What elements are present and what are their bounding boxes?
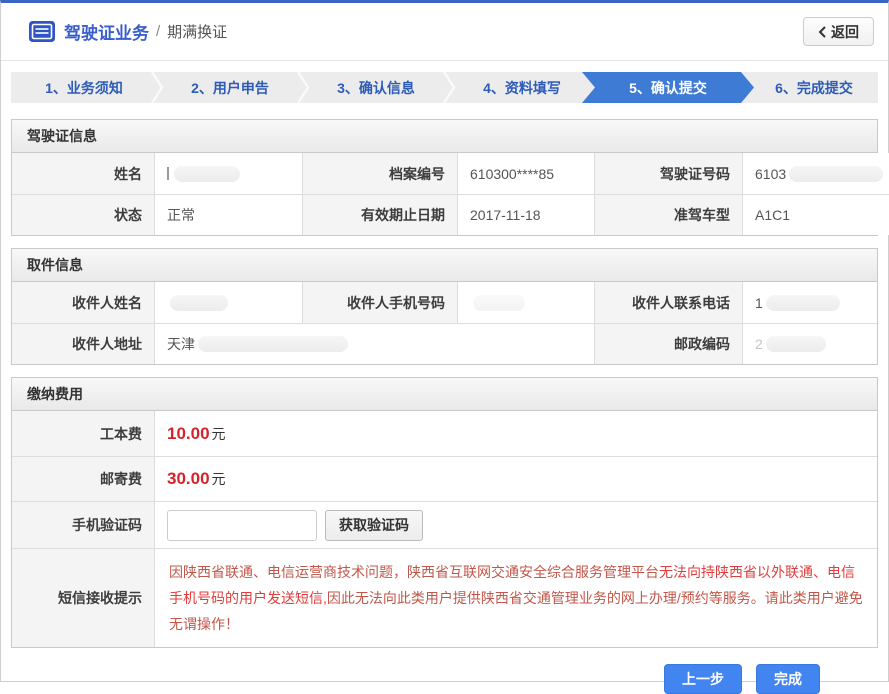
pickup-info-panel: 取件信息 收件人姓名 收件人手机号码 收件人联系电话 1 收件人地址 天津 邮政… [11, 248, 878, 365]
field-value-recipient-name [154, 282, 302, 323]
field-value-mailing-fee: 30.00元 [154, 456, 877, 501]
field-sms-code: 获取验证码 [154, 501, 877, 548]
field-value-valid-until: 2017-11-18 [457, 194, 594, 235]
pickup-info-table: 收件人姓名 收件人手机号码 收件人联系电话 1 收件人地址 天津 邮政编码 2 [12, 282, 877, 364]
previous-step-button[interactable]: 上一步 [664, 664, 742, 694]
field-label-file-number: 档案编号 [302, 153, 457, 194]
field-value-file-number: 610300****85 [457, 153, 594, 194]
field-sms-notice: 因陕西省联通、电信运营商技术问题，陕西省互联网交通安全综合服务管理平台无法向持陕… [154, 548, 877, 647]
field-label-postal-code: 邮政编码 [594, 323, 742, 364]
back-button-label: 返回 [831, 22, 859, 42]
fee-unit: 元 [212, 469, 226, 489]
field-value-production-fee: 10.00元 [154, 411, 877, 456]
field-label-mailing-fee: 邮寄费 [12, 456, 154, 501]
field-label-recipient-address: 收件人地址 [12, 323, 154, 364]
field-value-recipient-phone: 1 [742, 282, 877, 323]
license-info-table: 姓名 档案编号 610300****85 驾驶证号码 6103〈 状态 正常 有… [12, 153, 877, 235]
page: 驾驶证业务 / 期满换证 返回 1、业务须知 2、用户申告 3、确认信息 4、资… [0, 0, 889, 682]
license-card-icon [29, 21, 55, 42]
step-2-user-declaration[interactable]: 2、用户申告 [157, 72, 303, 103]
breadcrumb-separator: / [156, 23, 160, 40]
fees-panel: 缴纳费用 工本费 10.00元 邮寄费 30.00元 手机验证码 获取验证码 短… [11, 377, 878, 648]
step-4-fill-materials[interactable]: 4、资料填写 [449, 72, 595, 103]
step-6-complete-submit[interactable]: 6、完成提交 [741, 72, 878, 103]
step-1-business-notice[interactable]: 1、业务须知 [11, 72, 157, 103]
back-button[interactable]: 返回 [803, 17, 874, 46]
step-separator-icon [150, 72, 164, 103]
step-wizard: 1、业务须知 2、用户申告 3、确认信息 4、资料填写 5、确认提交 6、完成提… [11, 72, 878, 103]
fee-amount: 30.00 [167, 469, 210, 489]
redacted-value [766, 336, 826, 352]
fees-title: 缴纳费用 [12, 378, 877, 411]
get-sms-code-button[interactable]: 获取验证码 [325, 510, 423, 541]
redacted-value [789, 166, 883, 182]
field-value-status: 正常 [154, 194, 302, 235]
field-label-valid-until: 有效期止日期 [302, 194, 457, 235]
field-label-sms-notice: 短信接收提示 [12, 548, 154, 647]
redacted-value [170, 295, 228, 311]
field-label-production-fee: 工本费 [12, 411, 154, 456]
fee-amount: 10.00 [167, 424, 210, 444]
breadcrumb-current: 期满换证 [167, 21, 227, 42]
field-label-recipient-phone: 收件人联系电话 [594, 282, 742, 323]
license-info-title: 驾驶证信息 [12, 120, 877, 153]
field-value-recipient-address: 天津 [154, 323, 594, 364]
field-value-recipient-mobile [457, 282, 594, 323]
redacted-value [198, 336, 348, 352]
field-label-recipient-name: 收件人姓名 [12, 282, 154, 323]
step-3-confirm-info[interactable]: 3、确认信息 [303, 72, 449, 103]
field-label-license-number: 驾驶证号码 [594, 153, 742, 194]
field-label-sms-code: 手机验证码 [12, 501, 154, 548]
fee-unit: 元 [212, 424, 226, 444]
field-value-postal-code: 2 [742, 323, 877, 364]
page-title: 驾驶证业务 [64, 19, 149, 44]
step-5-confirm-submit-active[interactable]: 5、确认提交 [582, 72, 754, 103]
step-separator-icon [296, 72, 310, 103]
redacted-value [473, 295, 525, 311]
field-label-status: 状态 [12, 194, 154, 235]
redacted-value [766, 295, 840, 311]
field-value-license-number: 6103〈 [742, 153, 889, 194]
finish-button[interactable]: 完成 [756, 664, 820, 694]
fees-table: 工本费 10.00元 邮寄费 30.00元 手机验证码 获取验证码 短信接收提示… [12, 411, 877, 647]
notice-segment: 因陕西省联通、电信运营商技术问题，陕西省互联网交通安全综合服务管理平台 [169, 564, 659, 580]
redacted-remnant [167, 167, 169, 180]
redacted-remnant: 〈 [883, 164, 889, 184]
step-separator-icon [442, 72, 456, 103]
header: 驾驶证业务 / 期满换证 返回 [1, 3, 888, 61]
field-label-vehicle-class: 准驾车型 [594, 194, 742, 235]
form-actions: 上一步 完成 [11, 660, 878, 694]
sms-notice-text: 因陕西省联通、电信运营商技术问题，陕西省互联网交通安全综合服务管理平台无法向持陕… [167, 555, 865, 641]
sms-code-input[interactable] [167, 510, 317, 541]
field-label-name: 姓名 [12, 153, 154, 194]
field-value-name [154, 153, 302, 194]
pickup-info-title: 取件信息 [12, 249, 877, 282]
chevron-left-icon [818, 26, 826, 38]
license-info-panel: 驾驶证信息 姓名 档案编号 610300****85 驾驶证号码 6103〈 状… [11, 119, 878, 236]
redacted-value [174, 166, 240, 182]
main-content: 驾驶证信息 姓名 档案编号 610300****85 驾驶证号码 6103〈 状… [1, 103, 888, 694]
field-label-recipient-mobile: 收件人手机号码 [302, 282, 457, 323]
field-value-vehicle-class: A1C1 [742, 194, 889, 235]
